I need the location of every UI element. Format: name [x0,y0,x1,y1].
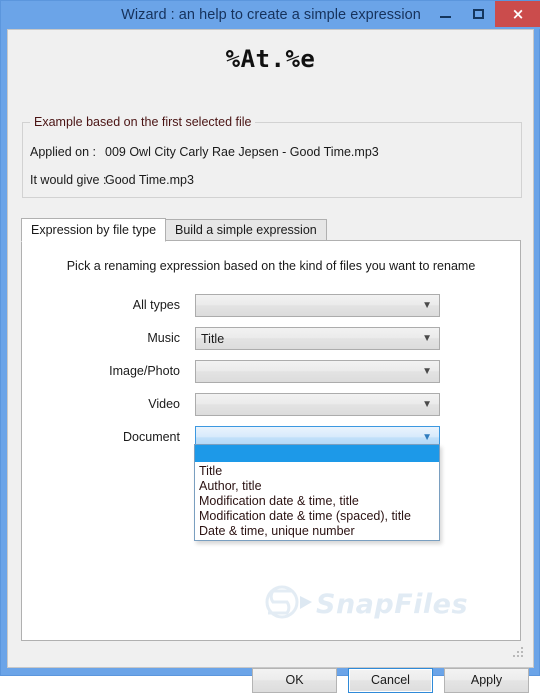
document-dropdown-list[interactable]: Title Author, title Modification date & … [194,444,440,541]
tab-expression-by-file-type[interactable]: Expression by file type [21,218,167,242]
form-row-music: Music Title ▼ [22,327,520,350]
ok-button[interactable]: OK [252,668,337,693]
cancel-button[interactable]: Cancel [348,668,433,693]
resize-grip[interactable] [513,647,524,658]
tab-label: Build a simple expression [175,223,317,237]
applied-on-value: 009 Owl City Carly Rae Jepsen - Good Tim… [105,145,379,159]
example-group-legend: Example based on the first selected file [30,115,256,129]
applied-on-label: Applied on : [30,145,97,159]
combo-video[interactable]: ▼ [195,393,440,416]
chevron-down-icon: ▼ [422,300,432,311]
minimize-button[interactable] [429,1,462,27]
panel-intro-text: Pick a renaming expression based on the … [66,259,476,273]
tab-panel: Pick a renaming expression based on the … [21,240,521,641]
dropdown-option[interactable]: Author, title [195,479,439,494]
label-music: Music [147,331,180,345]
minimize-icon [440,16,451,18]
apply-button[interactable]: Apply [444,668,529,693]
combo-music[interactable]: Title ▼ [195,327,440,350]
window-controls: × [429,1,540,27]
combo-image-photo[interactable]: ▼ [195,360,440,383]
form-row-image-photo: Image/Photo ▼ [22,360,520,383]
combo-all-types[interactable]: ▼ [195,294,440,317]
dialog-client-area: %At.%e Example based on the first select… [7,29,534,693]
close-icon: × [511,5,525,23]
chevron-down-icon: ▼ [422,366,432,377]
form-row-video: Video ▼ [22,393,520,416]
title-bar[interactable]: Wizard : an help to create a simple expr… [1,1,540,29]
dropdown-option[interactable]: Modification date & time (spaced), title [195,509,439,524]
label-document: Document [123,430,180,444]
form-row-all-types: All types ▼ [22,294,520,317]
maximize-icon [473,9,484,19]
result-label: It would give : [30,173,107,187]
wizard-window: Wizard : an help to create a simple expr… [0,0,540,693]
dropdown-option[interactable]: Title [195,464,439,479]
result-value: Good Time.mp3 [105,173,194,187]
chevron-down-icon: ▼ [422,333,432,344]
label-all-types: All types [132,298,180,312]
label-video: Video [148,397,180,411]
dropdown-options: Title Author, title Modification date & … [195,462,439,540]
label-image-photo: Image/Photo [109,364,180,378]
close-button[interactable]: × [495,1,540,27]
tab-label: Expression by file type [31,223,157,237]
chevron-down-icon: ▼ [422,399,432,410]
combo-music-value: Title [201,332,225,346]
dropdown-option[interactable]: Date & time, unique number [195,524,439,539]
maximize-button[interactable] [462,1,495,27]
tab-build-a-simple-expression[interactable]: Build a simple expression [165,219,327,241]
expression-display: %At.%e [225,45,316,73]
dropdown-option-selected[interactable] [195,445,439,462]
dropdown-option[interactable]: Modification date & time, title [195,494,439,509]
